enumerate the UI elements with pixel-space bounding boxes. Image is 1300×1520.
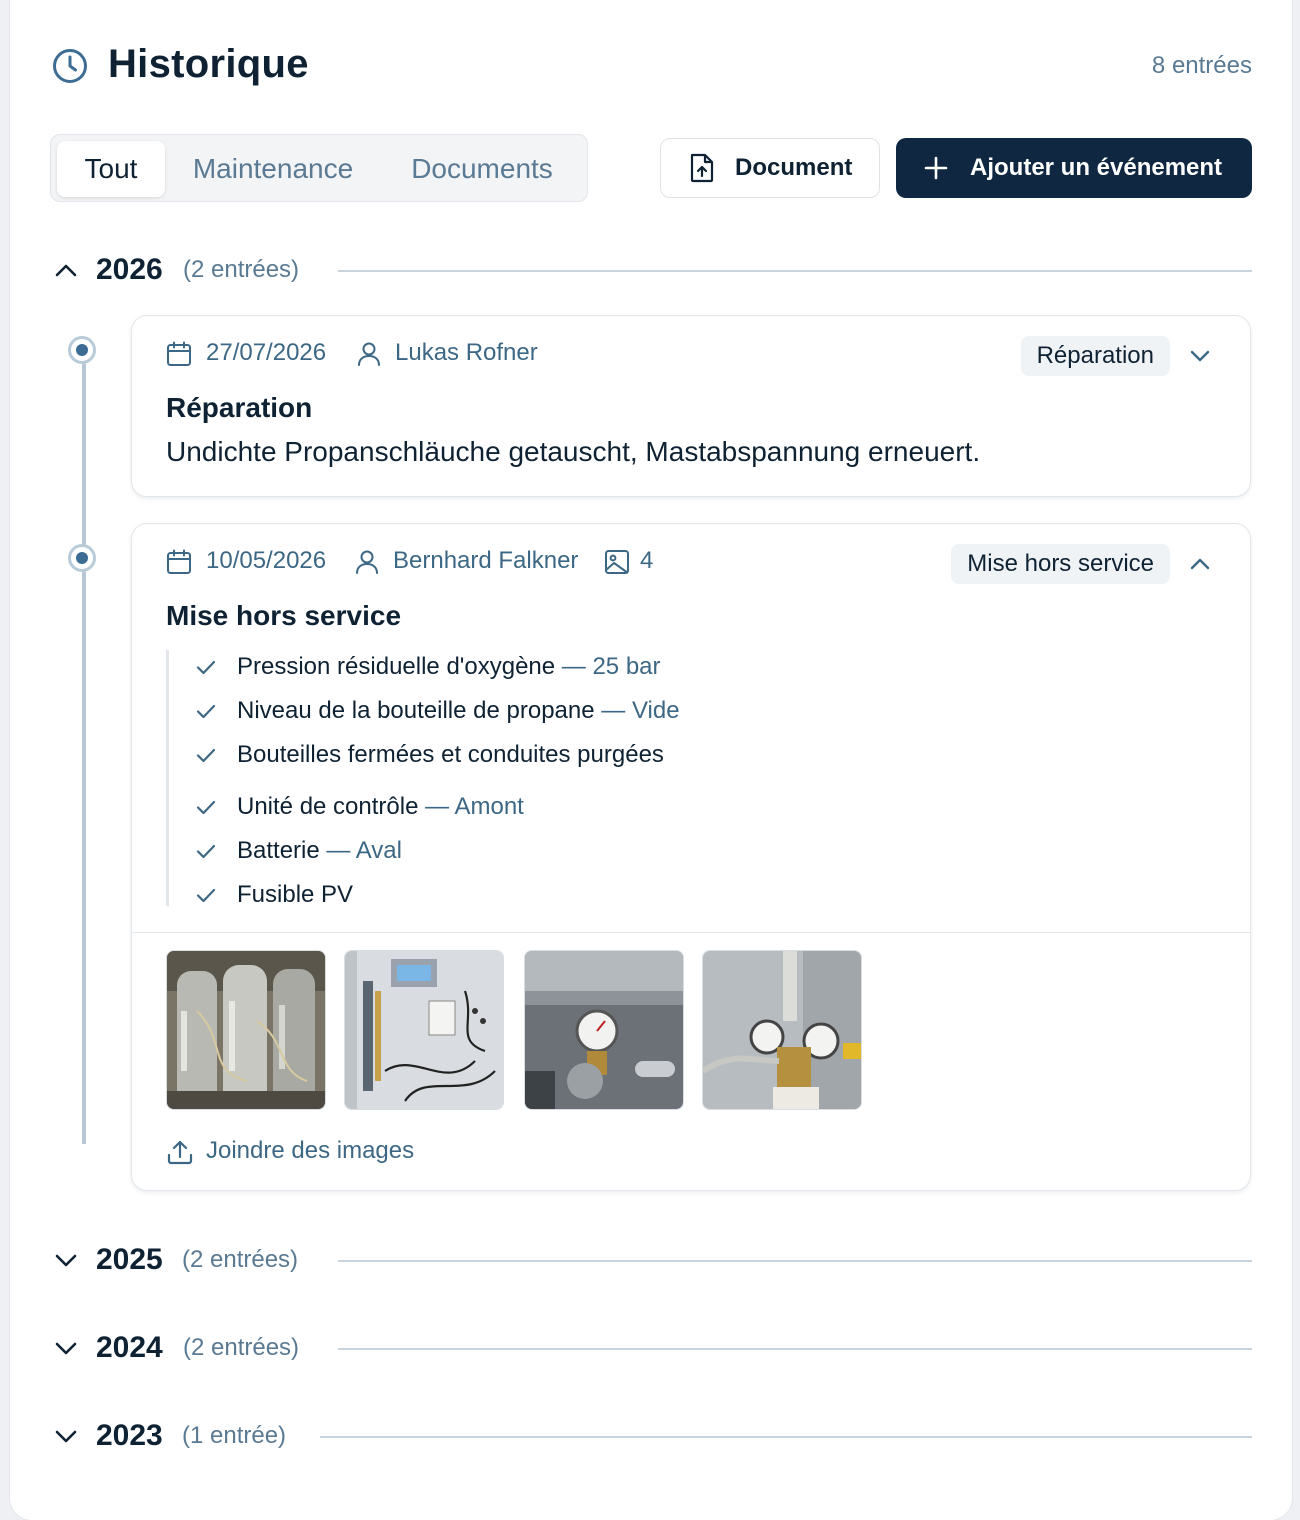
add-event-label: Ajouter un événement [970,154,1223,181]
timeline-line [82,350,86,1144]
photo-control-box [345,951,503,1109]
event-type-badge: Réparation [1020,336,1170,376]
event-title: Réparation [166,392,313,423]
chevron-down-icon[interactable] [1186,342,1214,370]
year-entry-count: (2 entrées) [182,1246,299,1273]
event-author: Lukas Rofner [395,339,538,366]
photo-pressure-gauges [525,951,683,1109]
year-divider [338,1348,1252,1350]
year-divider [338,270,1252,272]
add-document-label: Document [735,154,853,181]
year-entry-count: (1 entrée) [182,1422,287,1449]
add-event-button[interactable]: Ajouter un événement [896,138,1252,198]
page-title: Historique [108,42,309,86]
check-icon [196,704,216,719]
image-icon [605,550,629,574]
chevron-down-icon [55,1254,77,1267]
add-document-button[interactable]: Document [660,138,880,198]
year-group-2025[interactable]: 2025 (2 entrées) [52,1240,1252,1280]
year-label: 2026 [96,253,163,286]
year-group-2026[interactable]: 2026 (2 entrées) [52,250,1252,290]
photo-gas-tanks [167,951,325,1109]
event-author: Bernhard Falkner [393,547,579,574]
photo-thumbnail[interactable] [702,950,862,1110]
checklist: Pression résiduelle d'oxygène — 25 bar N… [166,650,766,908]
year-divider [320,1436,1252,1438]
event-card[interactable]: 27/07/2026 Lukas Rofner Réparation Répar… [131,315,1251,497]
entry-count: 8 entrées [1151,52,1252,79]
clock-icon [53,49,87,83]
calendar-icon [167,549,191,574]
user-icon [356,550,378,574]
photo-thumbnail[interactable] [344,950,504,1110]
timeline-dot [68,336,96,364]
event-image-count: 4 [640,547,654,574]
check-icon [196,660,216,675]
event-type-badge: Mise hors service [951,544,1170,584]
file-upload-icon [690,153,714,183]
plus-icon [924,156,948,180]
event-date: 10/05/2026 [206,547,327,574]
year-group-2023[interactable]: 2023 (1 entrée) [52,1416,1252,1456]
photo-thumbnail[interactable] [166,950,326,1110]
event-description: Undichte Propanschläuche getauscht, Mast… [166,436,981,467]
event-title: Mise hors service [166,600,402,631]
timeline-dot [68,544,96,572]
chevron-up-icon [55,264,77,277]
year-group-2024[interactable]: 2024 (2 entrées) [52,1328,1252,1368]
attach-images-label: Joindre des images [206,1137,415,1164]
event-card[interactable]: 10/05/2026 Bernhard Falkner 4 Mise hors … [131,523,1251,1191]
tab-maintenance[interactable]: Maintenance [175,141,371,197]
check-icon [196,844,216,859]
year-entry-count: (2 entrées) [183,256,300,283]
year-label: 2025 [96,1243,163,1276]
chevron-down-icon [55,1430,77,1443]
photo-thumbnail[interactable] [524,950,684,1110]
calendar-icon [167,341,191,366]
photo-regulator [703,951,861,1109]
tab-documents[interactable]: Documents [387,141,577,197]
chevron-down-icon [55,1342,77,1355]
filter-tabs: Tout Maintenance Documents [50,134,588,202]
check-icon [196,748,216,763]
chevron-up-icon[interactable] [1186,550,1214,578]
check-icon [196,800,216,815]
tab-all[interactable]: Tout [57,141,165,197]
year-label: 2023 [96,1419,163,1452]
event-date: 27/07/2026 [206,339,327,366]
upload-icon [167,1140,193,1165]
year-divider [338,1260,1252,1262]
check-icon [196,888,216,903]
section-divider [132,932,1250,933]
year-entry-count: (2 entrées) [183,1334,300,1361]
user-icon [358,342,380,366]
year-label: 2024 [96,1331,163,1364]
